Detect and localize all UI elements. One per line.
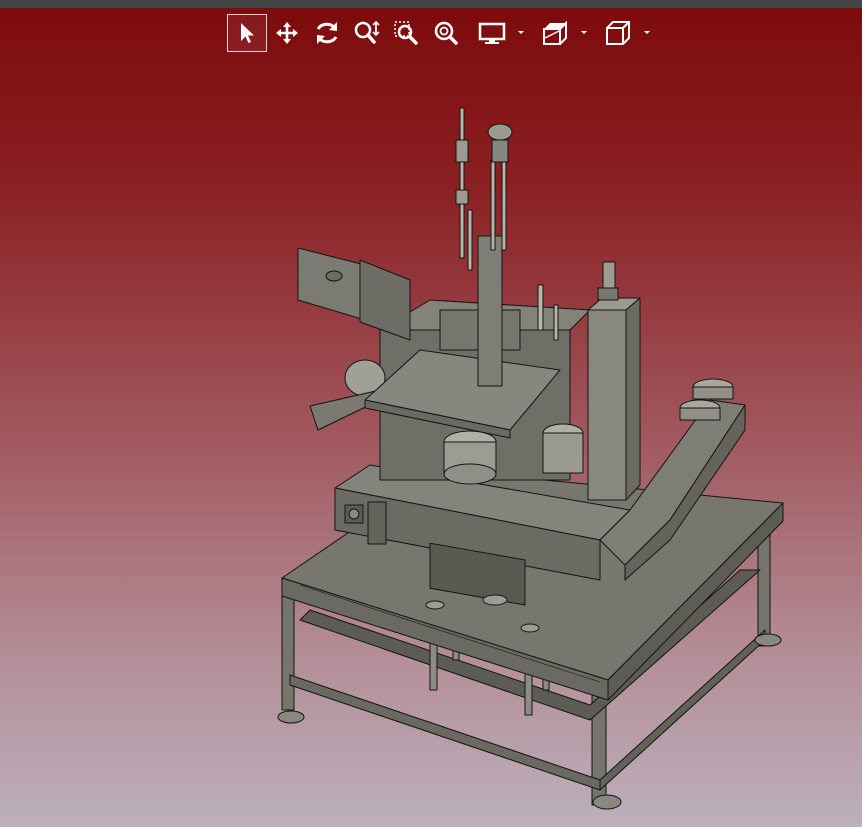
pan-tool-button[interactable] [267,14,307,52]
cad-model-viewport[interactable] [270,100,800,820]
chevron-down-icon [581,30,587,34]
pan-move-icon [276,21,298,44]
section-view-icon [542,20,567,45]
rotate-tool-button[interactable] [307,14,347,52]
view-toolbar [227,13,656,52]
zoom-window-button[interactable] [387,14,427,52]
section-view-button[interactable] [530,14,593,52]
chevron-down-icon [644,30,650,34]
zoom-in-out-icon [354,20,380,44]
display-mode-icon [478,22,505,44]
window-top-strip [0,0,862,8]
zoom-tool-button[interactable] [347,14,387,52]
select-tool-button[interactable] [227,13,267,52]
zoom-fit-button[interactable] [427,14,467,52]
view-cube-icon [605,20,630,45]
select-arrow-icon [241,22,254,43]
display-mode-button[interactable] [467,14,530,52]
chevron-down-icon [518,30,524,34]
view-orientation-button[interactable] [593,14,656,52]
machine-model [277,107,784,810]
zoom-window-icon [394,20,418,45]
rotate-icon [316,21,338,44]
zoom-fit-icon [434,21,458,45]
